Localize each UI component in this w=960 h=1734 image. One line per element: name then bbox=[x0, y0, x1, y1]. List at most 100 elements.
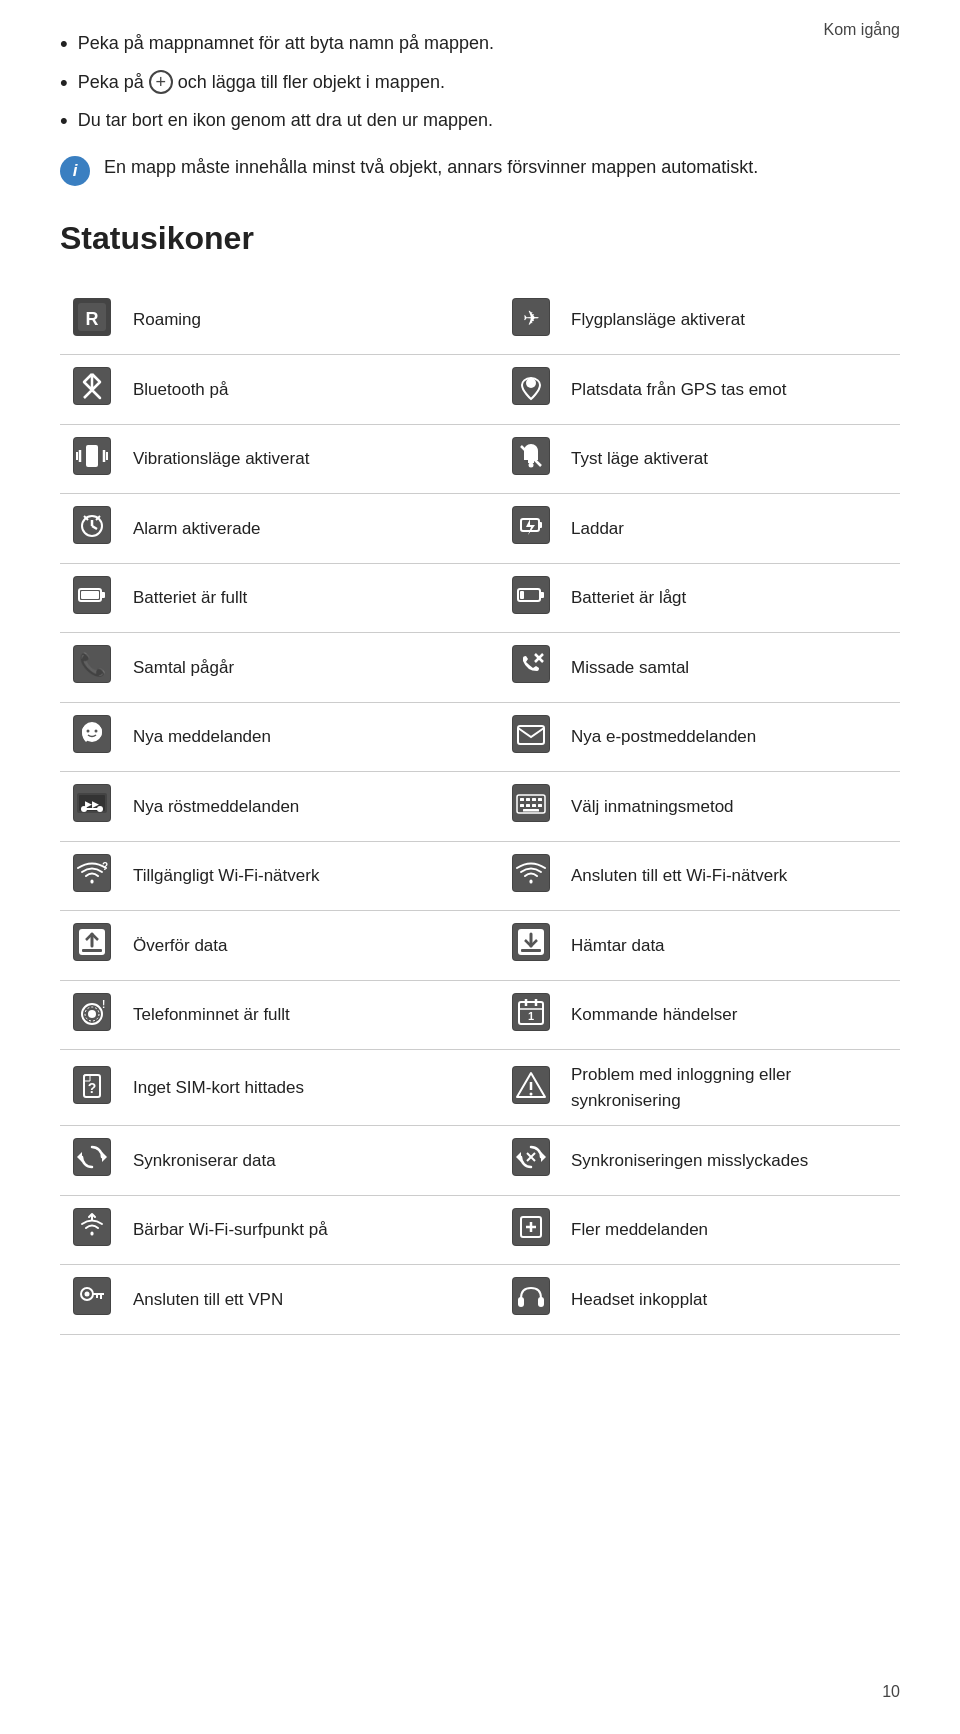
calendar-icon: 1 bbox=[512, 993, 550, 1031]
svg-rect-111 bbox=[513, 1278, 549, 1314]
svg-point-15 bbox=[528, 462, 533, 467]
upload-label: Överför data bbox=[125, 911, 462, 981]
svg-rect-52 bbox=[513, 785, 549, 821]
intro-item-3: • Du tar bort en ikon genom att dra ut d… bbox=[60, 107, 900, 136]
sync-error-label: Problem med inloggning eller synkroniser… bbox=[563, 1050, 900, 1126]
svg-point-100 bbox=[91, 1232, 94, 1235]
more-notifications-icon bbox=[512, 1208, 550, 1246]
input-method-icon bbox=[512, 784, 550, 822]
table-row: Batteriet är fullt Batteriet är lågt bbox=[60, 563, 900, 633]
calendar-label: Kommande händelser bbox=[563, 980, 900, 1050]
table-row: Bärbar Wi-Fi-surfpunkt på Fler meddeland… bbox=[60, 1195, 900, 1265]
table-row: Alarm aktiverade Laddar bbox=[60, 494, 900, 564]
new-msg-label: Nya meddelanden bbox=[125, 702, 462, 772]
svg-text:R: R bbox=[86, 309, 99, 329]
svg-rect-25 bbox=[539, 522, 542, 528]
vibration-icon-cell bbox=[60, 424, 125, 494]
wifi-connected-icon-cell bbox=[498, 841, 563, 911]
no-sim-label: Inget SIM-kort hittades bbox=[125, 1050, 462, 1126]
missed-call-icon bbox=[512, 645, 550, 683]
top-label: Kom igång bbox=[824, 18, 901, 42]
alarm-icon bbox=[73, 506, 111, 544]
hotspot-icon bbox=[73, 1208, 111, 1246]
vpn-label: Ansluten till ett VPN bbox=[125, 1265, 462, 1335]
plus-circle-icon: + bbox=[149, 70, 173, 94]
call-icon: 📞 bbox=[73, 645, 111, 683]
calendar-icon-cell: 1 bbox=[498, 980, 563, 1050]
left-icon-cell: R bbox=[60, 286, 125, 355]
new-msg-icon bbox=[73, 715, 111, 753]
svg-rect-36 bbox=[513, 646, 549, 682]
page-number: 10 bbox=[882, 1680, 900, 1704]
voicemail-icon-cell: ▶▶ bbox=[60, 772, 125, 842]
table-row: Ansluten till ett VPN Headset inkopplat bbox=[60, 1265, 900, 1335]
roaming-label: Roaming bbox=[125, 286, 462, 355]
svg-rect-58 bbox=[520, 804, 524, 807]
table-row: Nya meddelanden Nya e-postmeddelanden bbox=[60, 702, 900, 772]
sync-error-icon-cell bbox=[498, 1050, 563, 1126]
intro-list: • Peka på mappnamnet för att byta namn p… bbox=[60, 30, 900, 136]
table-row: 📞 Samtal pågår Missade samtal bbox=[60, 633, 900, 703]
no-sim-icon: ? bbox=[73, 1066, 111, 1104]
battery-full-icon bbox=[73, 576, 111, 614]
table-row: ? Inget SIM-kort hittades Problem m bbox=[60, 1050, 900, 1126]
input-method-icon-cell bbox=[498, 772, 563, 842]
silent-label: Tyst läge aktiverat bbox=[563, 424, 900, 494]
svg-point-41 bbox=[87, 729, 90, 732]
voicemail-label: Nya röstmeddelanden bbox=[125, 772, 462, 842]
alarm-label: Alarm aktiverade bbox=[125, 494, 462, 564]
intro-item-2: • Peka på + och lägga till fler objekt i… bbox=[60, 69, 900, 98]
svg-rect-70 bbox=[82, 949, 102, 952]
sync-error-icon bbox=[512, 1066, 550, 1104]
gps-icon bbox=[512, 367, 550, 405]
svg-rect-57 bbox=[538, 798, 542, 801]
svg-rect-60 bbox=[532, 804, 536, 807]
no-sim-icon-cell: ? bbox=[60, 1050, 125, 1126]
bullet-1: • bbox=[60, 30, 68, 59]
wifi-available-icon-cell: ? bbox=[60, 841, 125, 911]
table-row: R Roaming ✈ Flygplansläge aktiverat bbox=[60, 286, 900, 355]
bluetooth-label: Bluetooth på bbox=[125, 355, 462, 425]
silent-icon-cell bbox=[498, 424, 563, 494]
table-row: ? Tillgängligt Wi-Fi-nätverk bbox=[60, 841, 900, 911]
hotspot-label: Bärbar Wi-Fi-surfpunkt på bbox=[125, 1195, 462, 1265]
storage-full-icon-cell: ! bbox=[60, 980, 125, 1050]
svg-text:✈: ✈ bbox=[522, 307, 539, 329]
status-table: R Roaming ✈ Flygplansläge aktiverat bbox=[60, 286, 900, 1335]
vpn-icon bbox=[73, 1277, 111, 1315]
new-email-icon bbox=[512, 715, 550, 753]
svg-rect-29 bbox=[81, 591, 99, 599]
sync-failed-icon bbox=[512, 1138, 550, 1176]
table-row: ▶▶ Nya röstmeddelanden bbox=[60, 772, 900, 842]
upload-icon bbox=[73, 923, 111, 961]
gps-label: Platsdata från GPS tas emot bbox=[563, 355, 900, 425]
bluetooth-icon bbox=[73, 367, 111, 405]
svg-point-90 bbox=[529, 1092, 532, 1095]
new-email-label: Nya e-postmeddelanden bbox=[563, 702, 900, 772]
vpn-icon-cell bbox=[60, 1265, 125, 1335]
charging-label: Laddar bbox=[563, 494, 900, 564]
section-title: Statusikoner bbox=[60, 214, 900, 262]
download-label: Hämtar data bbox=[563, 911, 900, 981]
gps-icon-cell bbox=[498, 355, 563, 425]
wifi-connected-label: Ansluten till ett Wi-Fi-nätverk bbox=[563, 841, 900, 911]
headset-icon bbox=[512, 1277, 550, 1315]
right-icon-cell: ✈ bbox=[498, 286, 563, 355]
svg-rect-56 bbox=[532, 798, 536, 801]
silent-icon bbox=[512, 437, 550, 475]
missed-call-icon-cell bbox=[498, 633, 563, 703]
syncing-label: Synkroniserar data bbox=[125, 1126, 462, 1196]
svg-point-76 bbox=[88, 1010, 96, 1018]
info-icon: i bbox=[60, 156, 90, 186]
svg-point-67 bbox=[529, 880, 532, 883]
storage-full-icon: ! bbox=[73, 993, 111, 1031]
headset-icon-cell bbox=[498, 1265, 563, 1335]
intro-text-3: Du tar bort en ikon genom att dra ut den… bbox=[78, 107, 493, 134]
roaming-icon: R bbox=[73, 298, 111, 336]
intro-text-2: Peka på + och lägga till fler objekt i m… bbox=[78, 69, 445, 96]
battery-low-icon-cell bbox=[498, 563, 563, 633]
svg-rect-32 bbox=[540, 592, 544, 598]
new-msg-icon-cell bbox=[60, 702, 125, 772]
download-icon-cell bbox=[498, 911, 563, 981]
info-text: En mapp måste innehålla minst två objekt… bbox=[104, 154, 758, 181]
